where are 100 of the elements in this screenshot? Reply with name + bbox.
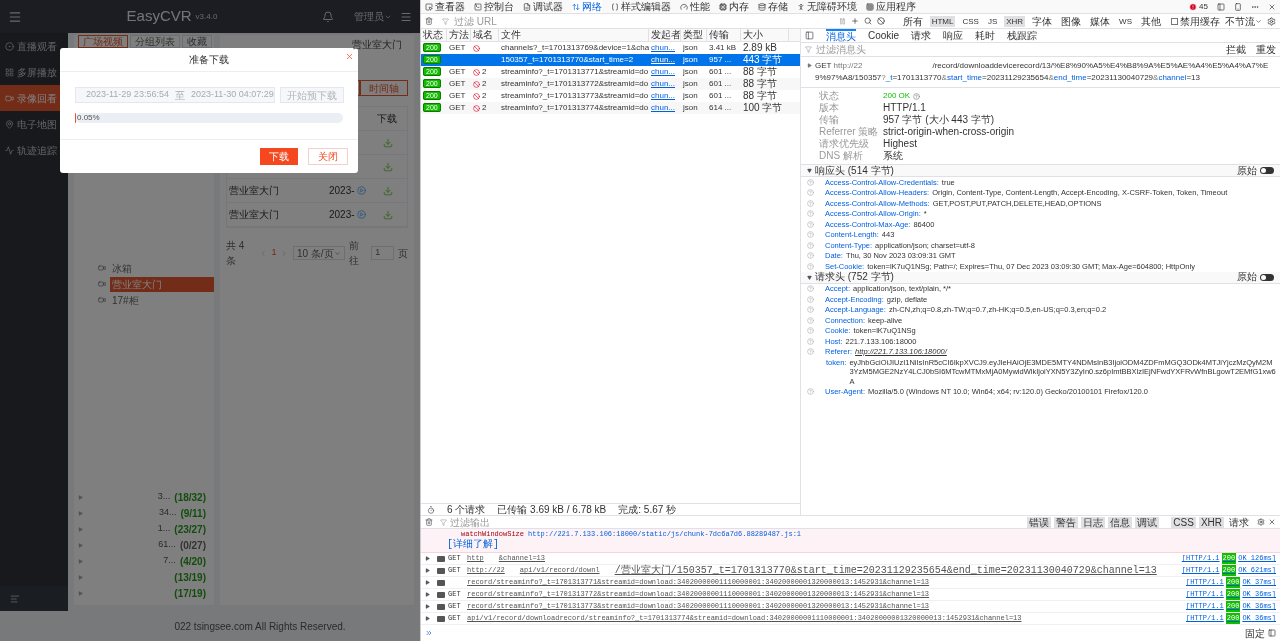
category-filter[interactable]: 请求 (1227, 516, 1251, 528)
pin-label[interactable]: 固定 (1245, 625, 1265, 641)
devtools-tab[interactable]: 调试器 (523, 0, 563, 13)
close-icon[interactable] (345, 52, 354, 61)
type-filter[interactable]: HTML (929, 15, 956, 27)
type-filter[interactable]: 字体 (1030, 15, 1055, 27)
disable-cache-checkbox[interactable]: 禁用缓存 (1171, 13, 1220, 29)
type-filter[interactable]: 所有 (900, 15, 925, 27)
caret-icon[interactable] (333, 249, 341, 257)
raw-toggle[interactable] (1260, 273, 1274, 281)
devtools-tab[interactable]: 存储 (758, 0, 788, 13)
raw-toggle[interactable] (1260, 167, 1274, 174)
type-filter[interactable]: WS (1117, 15, 1134, 27)
level-filter[interactable]: 错误 (1027, 516, 1052, 528)
play-icon[interactable] (356, 186, 366, 195)
initiator-link[interactable]: chun... (649, 42, 681, 54)
settings-icon[interactable] (1267, 16, 1276, 26)
play-icon[interactable] (356, 210, 366, 219)
pulse-icon (5, 145, 14, 155)
column-header[interactable]: 文件 (499, 29, 649, 41)
type-filter[interactable]: XHR (1004, 15, 1026, 27)
type-filter[interactable]: 其他 (1139, 15, 1163, 27)
devtools-tab[interactable]: 无障碍环境 (797, 0, 857, 13)
help-icon (807, 348, 814, 355)
console-filter-field[interactable]: 过滤输出 (450, 514, 1025, 530)
details-tab[interactable]: 消息头 (826, 29, 856, 42)
details-tab[interactable]: 耗时 (975, 29, 996, 42)
request-url-link[interactable]: /营业室大门/150357_t=1701313770&start_time=20231129235654&end_time=20231130040729&channel=13 (614, 563, 1157, 578)
close-button[interactable]: 关闭 (308, 148, 348, 165)
initiator-link[interactable]: chun... (649, 66, 681, 78)
column-header[interactable]: 状态 (421, 29, 447, 41)
group-row[interactable]: 7... (4/20) (78, 553, 214, 569)
initiator-link[interactable]: chun... (649, 102, 681, 114)
column-header[interactable]: 域名 (471, 29, 499, 41)
group-row[interactable]: 1... (23/27) (78, 521, 214, 537)
devtools-tab[interactable]: 控制台 (474, 0, 514, 13)
type-filter[interactable]: 图像 (1059, 15, 1084, 27)
error-icon[interactable] (1189, 2, 1198, 11)
dock-icon[interactable] (1217, 2, 1225, 11)
category-filter[interactable]: XHR (1198, 516, 1224, 528)
column-header[interactable]: 发起者 (649, 29, 681, 41)
caret-icon[interactable] (1255, 17, 1262, 25)
initiator-link[interactable]: chun... (649, 90, 681, 102)
section-title[interactable]: 请求头 (752 字节) (815, 272, 894, 282)
devtools-tab[interactable]: 性能 (680, 0, 710, 13)
level-filter[interactable]: 调试 (1135, 516, 1160, 528)
block-icon[interactable] (876, 17, 885, 25)
page-unit: 页 (398, 246, 408, 261)
type-filter[interactable]: JS (985, 15, 1000, 27)
sidebar-toggle-icon[interactable] (1268, 629, 1276, 637)
add-icon[interactable] (850, 17, 859, 25)
responsive-icon[interactable] (1234, 2, 1242, 11)
column-header[interactable]: 传输 (707, 29, 741, 41)
devtools-tab[interactable]: 样式编辑器 (611, 0, 671, 13)
level-filter[interactable]: 日志 (1081, 516, 1106, 528)
level-filter[interactable]: 信息 (1108, 516, 1133, 528)
level-filter[interactable]: 警告 (1054, 516, 1079, 528)
devtools-tab[interactable]: 内存 (719, 0, 749, 13)
search-icon[interactable] (863, 17, 872, 25)
group-row[interactable]: 3... (18/32) (78, 489, 214, 505)
details-tab[interactable]: Cookie (868, 29, 900, 42)
action-button[interactable]: 拦截 (1226, 42, 1246, 57)
url-filter-field[interactable]: 过滤 URL (454, 13, 834, 29)
column-header[interactable]: 方法 (447, 29, 471, 41)
action-button[interactable]: 重发 (1256, 42, 1276, 57)
clear-icon[interactable] (425, 518, 433, 526)
pause-icon[interactable] (838, 17, 846, 25)
type-filter[interactable]: CSS (960, 15, 981, 27)
column-header[interactable]: 大小 (741, 29, 789, 41)
download-button[interactable]: 下载 (260, 148, 298, 165)
menu-icon[interactable] (8, 9, 22, 24)
column-header[interactable]: 类型 (681, 29, 707, 41)
file-cell-text: streaminfo?_t=1701313774&streamid=do (500, 102, 649, 114)
settings-icon[interactable] (1257, 518, 1265, 526)
details-tab[interactable]: 请求 (911, 29, 932, 42)
devtools-tab[interactable]: 查看器 (425, 0, 465, 13)
header-filter-field[interactable]: 过滤消息头 (816, 42, 1216, 57)
learn-more-link[interactable]: [详细了解] (447, 539, 499, 550)
error-count[interactable]: 45 (1199, 0, 1208, 13)
initiator-link[interactable]: chun... (649, 54, 681, 66)
close-icon[interactable] (1268, 518, 1276, 526)
details-tab[interactable]: 栈跟踪 (1007, 29, 1038, 42)
close-icon[interactable] (1268, 2, 1276, 11)
type-filter[interactable]: 媒体 (1088, 15, 1113, 27)
initiator-link[interactable]: chun... (649, 78, 681, 90)
throttle-select[interactable]: 不节流 (1225, 13, 1262, 29)
clear-icon[interactable] (425, 17, 433, 25)
group-row[interactable]: 61... (0/27) (78, 537, 214, 553)
collapse-icon[interactable] (10, 593, 20, 604)
devtools-tab[interactable]: 应用程序 (866, 0, 916, 13)
menu-icon[interactable] (400, 10, 412, 23)
panel-toggle-icon[interactable] (805, 31, 814, 40)
prompt-icon[interactable] (425, 629, 433, 637)
group-row[interactable]: 34... (9/11) (78, 505, 214, 521)
table-cell-text: 2023- (329, 208, 355, 222)
devtools-tab[interactable]: 网络 (572, 0, 602, 13)
bell-icon[interactable] (322, 10, 334, 23)
details-tab[interactable]: 响应 (943, 29, 964, 42)
section-title[interactable]: 响应头 (514 字节) (815, 165, 894, 176)
category-filter[interactable]: CSS (1171, 516, 1196, 528)
